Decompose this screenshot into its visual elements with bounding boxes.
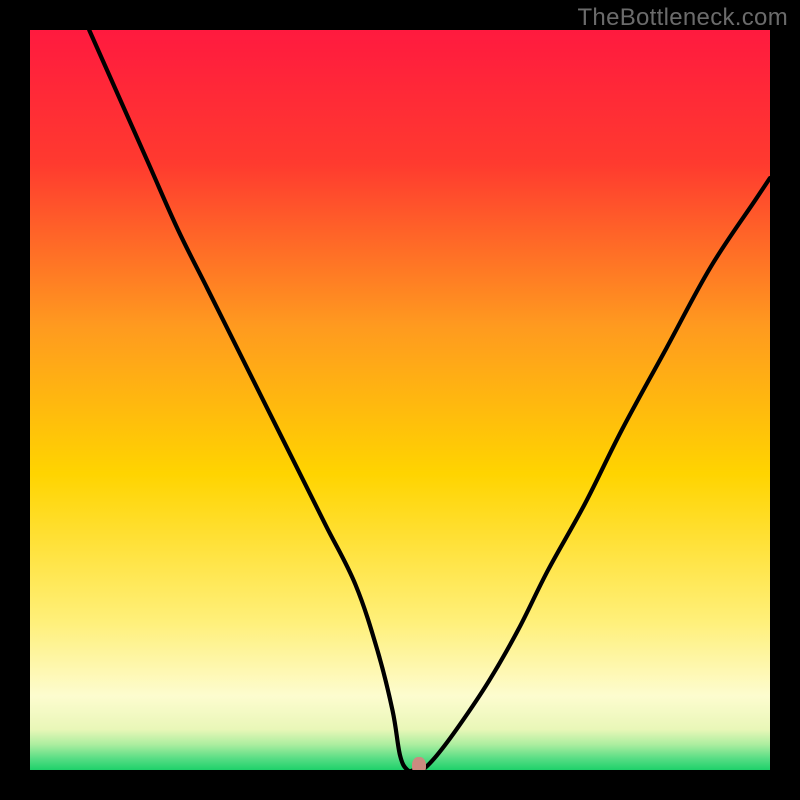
optimal-point-marker — [412, 757, 426, 770]
plot-area — [30, 30, 770, 770]
bottleneck-curve — [30, 30, 770, 770]
watermark-text: TheBottleneck.com — [577, 4, 788, 32]
outer-frame: TheBottleneck.com — [0, 0, 800, 800]
